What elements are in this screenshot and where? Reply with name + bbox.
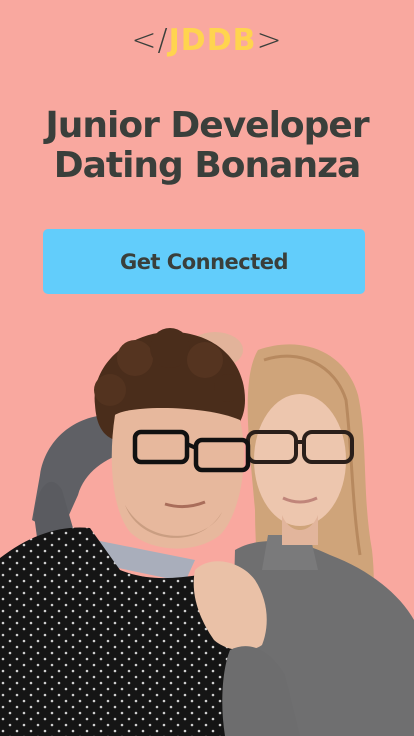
get-connected-button[interactable]: Get Connected xyxy=(43,229,365,294)
logo-close-bracket: > xyxy=(256,23,283,58)
page-title: Junior Developer Dating Bonanza xyxy=(0,106,414,186)
title-line-2: Dating Bonanza xyxy=(53,145,362,186)
logo-open-bracket: </ xyxy=(131,23,169,58)
title-line-1: Junior Developer xyxy=(45,105,369,146)
logo: </JDDB> xyxy=(0,22,414,60)
couple-photo xyxy=(0,328,414,736)
logo-brand: JDDB xyxy=(168,23,257,58)
